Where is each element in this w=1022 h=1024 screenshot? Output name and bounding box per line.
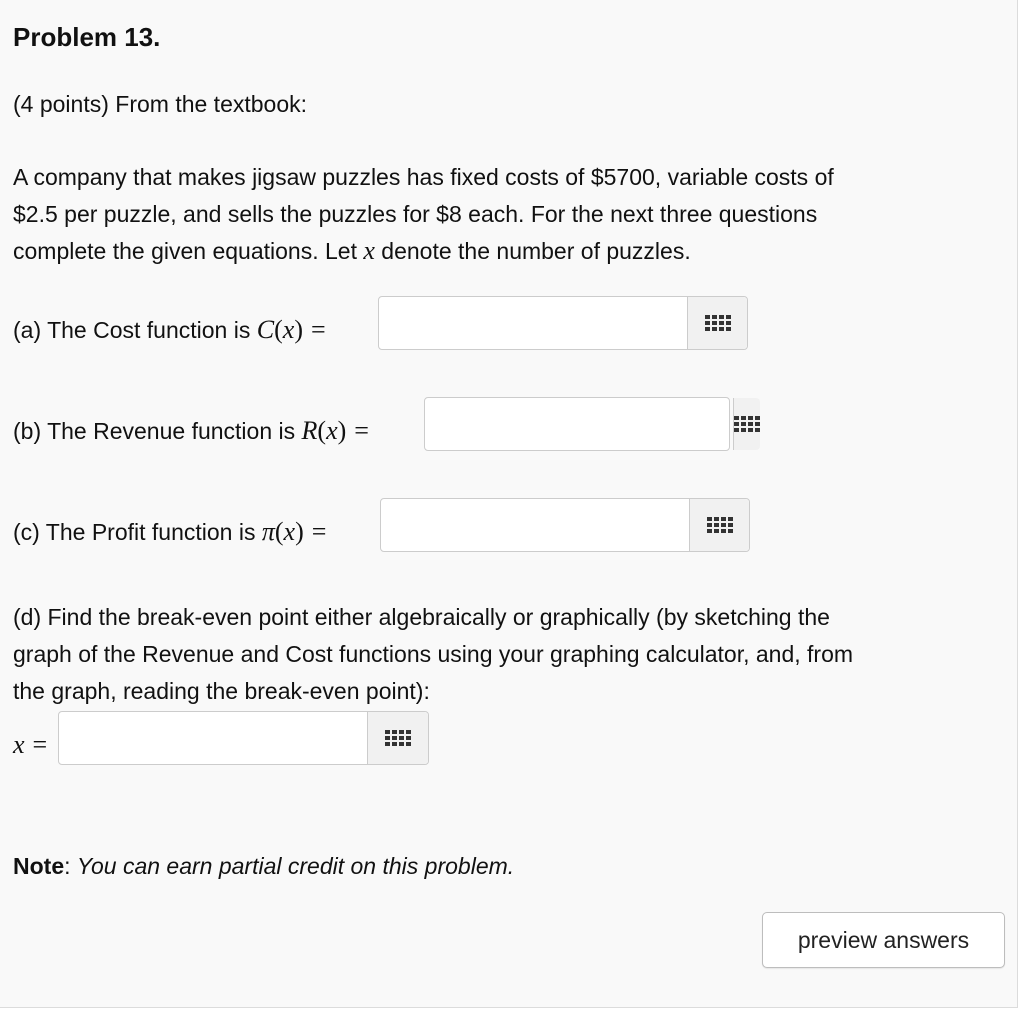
statement-line-2: $2.5 per puzzle, and sells the puzzles f… <box>13 201 818 227</box>
keypad-grid-icon <box>734 416 760 432</box>
part-a-func-arg: x <box>282 315 295 344</box>
statement-line-3: complete the given equations. Let x deno… <box>13 233 691 269</box>
points-line: (4 points) From the textbook: <box>13 91 308 117</box>
note-colon: : <box>64 853 77 879</box>
part-d-line-1: (d) Find the break-even point either alg… <box>13 604 830 630</box>
keypad-grid-icon <box>385 730 411 746</box>
keypad-grid-icon <box>704 315 731 331</box>
problem-title: Problem 13. <box>13 22 161 52</box>
part-d-equals: = <box>32 730 48 759</box>
part-c-function: π(x) = <box>261 517 327 546</box>
part-b-func-name: R <box>301 416 318 445</box>
part-d-keypad-button[interactable] <box>367 712 428 764</box>
part-c-equals: = <box>311 517 327 546</box>
part-a-keypad-button[interactable] <box>687 297 747 349</box>
part-b-func-arg: x <box>326 416 338 445</box>
part-c-func-arg: x <box>283 517 296 546</box>
part-b-keypad-button[interactable] <box>733 398 760 450</box>
statement-line-3-prefix: complete the given equations. Let <box>13 238 364 264</box>
part-a-equals: = <box>310 315 326 344</box>
part-c-label: (c) The Profit function is π(x) = <box>13 514 326 550</box>
part-d-answer-box <box>58 711 429 765</box>
part-c-text: (c) The Profit function is <box>13 519 262 545</box>
part-a-function: C(x) = <box>256 315 326 344</box>
part-b-text: (b) The Revenue function is <box>13 418 302 444</box>
part-d-line-2: graph of the Revenue and Cost functions … <box>13 641 854 667</box>
part-a-answer-box <box>378 296 748 350</box>
part-a-text: (a) The Cost function is <box>13 317 257 343</box>
part-c-keypad-button[interactable] <box>689 499 749 551</box>
part-b-label: (b) The Revenue function is R(x) = <box>13 413 369 449</box>
statement-line-3-suffix: denote the number of puzzles. <box>374 238 691 264</box>
part-d-line-3: the graph, reading the break-even point)… <box>13 678 430 704</box>
problem-panel: Problem 13. (4 points) From the textbook… <box>0 0 1018 1008</box>
part-c-answer-box <box>380 498 750 552</box>
note-text: You can earn partial credit on this prob… <box>76 853 515 879</box>
part-a-label: (a) The Cost function is C(x) = <box>13 312 326 348</box>
keypad-grid-icon <box>706 517 733 533</box>
part-b-function: R(x) = <box>301 416 369 445</box>
part-b-answer-box <box>424 397 760 451</box>
part-d-var: x <box>13 730 25 759</box>
part-a-func-name: C <box>256 315 275 344</box>
part-d-label: x = <box>13 727 47 763</box>
part-d-answer-input[interactable] <box>59 712 367 764</box>
part-d-function: x = <box>13 730 47 759</box>
part-c-func-name: π <box>261 517 275 546</box>
part-a-answer-input[interactable] <box>379 297 687 349</box>
part-b-equals: = <box>354 416 369 445</box>
note-label: Note <box>13 853 65 879</box>
part-b-answer-input[interactable] <box>425 398 733 450</box>
variable-x: x <box>363 236 375 265</box>
statement-line-1: A company that makes jigsaw puzzles has … <box>13 164 834 190</box>
preview-answers-button[interactable]: preview answers <box>762 912 1005 968</box>
part-c-answer-input[interactable] <box>381 499 689 551</box>
partial-credit-note: Note: You can earn partial credit on thi… <box>13 848 514 884</box>
